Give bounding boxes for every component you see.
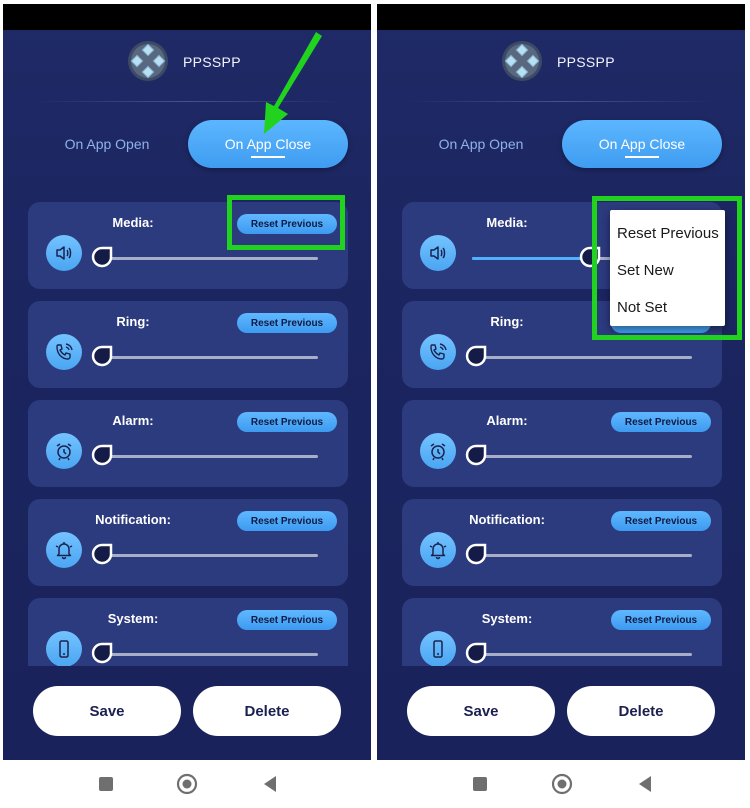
volume-card-alarm: Alarm: Reset Previous — [28, 400, 348, 487]
home-circle-icon — [551, 773, 573, 795]
phone-ring-icon — [420, 334, 456, 370]
volume-slider[interactable] — [465, 543, 692, 565]
reset-previous-button[interactable]: Reset Previous — [237, 412, 337, 432]
slider-thumb[interactable] — [90, 345, 114, 369]
volume-card-alarm: Alarm: Reset Previous — [402, 400, 722, 487]
card-label: Media: — [486, 215, 528, 230]
home-circle-icon — [176, 773, 198, 795]
alarm-clock-icon — [420, 433, 456, 469]
volume-slider[interactable] — [465, 444, 692, 466]
highlight-box-dropdown — [592, 196, 742, 340]
volume-slider[interactable] — [91, 444, 318, 466]
save-button[interactable]: Save — [407, 686, 555, 736]
square-icon — [99, 777, 113, 791]
volume-slider[interactable] — [91, 543, 318, 565]
status-bar — [377, 4, 745, 30]
speaker-icon — [46, 235, 82, 271]
slider-thumb[interactable] — [464, 642, 488, 666]
tab-on-app-open[interactable]: On App Open — [413, 120, 549, 168]
recent-apps-button[interactable] — [94, 772, 118, 796]
slider-thumb[interactable] — [464, 345, 488, 369]
card-label: Notification: — [469, 512, 545, 527]
volume-card-system: System: Reset Previous — [28, 598, 348, 666]
app-title: PPSSPP — [557, 54, 615, 70]
slider-thumb[interactable] — [90, 246, 114, 270]
back-button[interactable] — [258, 772, 282, 796]
slider-thumb[interactable] — [90, 444, 114, 468]
app-title: PPSSPP — [183, 54, 241, 70]
green-arrow-icon — [264, 32, 322, 134]
card-label: Ring: — [116, 314, 150, 329]
bell-icon — [46, 532, 82, 568]
highlight-box-reset-button — [227, 195, 345, 250]
volume-card-list: Media: Reset Previous Ring: Reset Previo… — [3, 198, 371, 666]
slider-thumb[interactable] — [90, 543, 114, 567]
volume-card-ring: Ring: Reset Previous — [28, 301, 348, 388]
home-button[interactable] — [175, 772, 199, 796]
card-label: System: — [481, 611, 533, 626]
delete-button[interactable]: Delete — [193, 686, 341, 736]
ppsspp-logo-icon — [502, 41, 542, 81]
card-label: Ring: — [490, 314, 524, 329]
card-label: Alarm: — [112, 413, 154, 428]
phone-screen-right: PPSSPP On App Open On App Close Media: R… — [377, 4, 745, 760]
card-label: Alarm: — [486, 413, 528, 428]
card-label: Notification: — [95, 512, 171, 527]
status-bar — [3, 4, 371, 30]
delete-button[interactable]: Delete — [567, 686, 715, 736]
reset-previous-button[interactable]: Reset Previous — [237, 511, 337, 531]
slider-thumb[interactable] — [90, 642, 114, 666]
bell-icon — [420, 532, 456, 568]
slider-thumb[interactable] — [464, 444, 488, 468]
card-label: Media: — [112, 215, 154, 230]
volume-slider[interactable] — [91, 246, 318, 268]
back-triangle-icon — [264, 776, 276, 792]
app-header: PPSSPP — [377, 30, 745, 102]
recent-apps-button[interactable] — [468, 772, 492, 796]
reset-previous-button[interactable]: Reset Previous — [611, 412, 711, 432]
tab-on-app-open[interactable]: On App Open — [39, 120, 175, 168]
smartphone-icon — [420, 631, 456, 666]
volume-slider[interactable] — [91, 642, 318, 664]
slider-thumb[interactable] — [464, 543, 488, 567]
volume-card-notification: Notification: Reset Previous — [402, 499, 722, 586]
volume-card-notification: Notification: Reset Previous — [28, 499, 348, 586]
phone-ring-icon — [46, 334, 82, 370]
volume-slider[interactable] — [465, 345, 692, 367]
back-triangle-icon — [639, 776, 651, 792]
save-button[interactable]: Save — [33, 686, 181, 736]
smartphone-icon — [46, 631, 82, 666]
speaker-icon — [420, 235, 456, 271]
square-icon — [473, 777, 487, 791]
alarm-clock-icon — [46, 433, 82, 469]
tab-on-app-close[interactable]: On App Close — [562, 120, 722, 168]
volume-slider[interactable] — [465, 642, 692, 664]
reset-previous-button[interactable]: Reset Previous — [237, 313, 337, 333]
ppsspp-logo-icon — [128, 41, 168, 81]
volume-slider[interactable] — [91, 345, 318, 367]
home-button[interactable] — [550, 772, 574, 796]
reset-previous-button[interactable]: Reset Previous — [611, 610, 711, 630]
reset-previous-button[interactable]: Reset Previous — [611, 511, 711, 531]
android-navigation-bar — [0, 760, 750, 808]
volume-card-system: System: Reset Previous — [402, 598, 722, 666]
back-button[interactable] — [633, 772, 657, 796]
card-label: System: — [107, 611, 159, 626]
reset-previous-button[interactable]: Reset Previous — [237, 610, 337, 630]
